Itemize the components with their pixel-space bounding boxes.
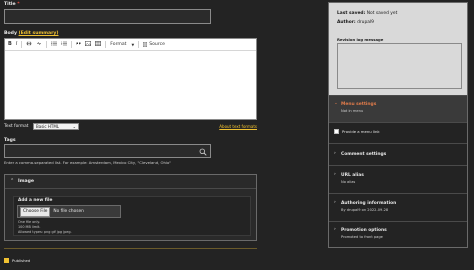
format-dropdown[interactable]: Format ▼ (110, 42, 134, 47)
add-file-label: Add a new file (18, 198, 53, 203)
meta-info: Last saved: Not saved yet Author: drupal… (329, 3, 467, 95)
no-file-text: No file chosen (53, 209, 84, 214)
authoring-information-header[interactable]: › Authoring information By drupal9 on 20… (329, 193, 467, 221)
last-saved-label: Last saved: (337, 11, 366, 16)
comment-settings-header[interactable]: › Comment settings (329, 143, 467, 165)
provide-menu-link-label: Provide a menu link (342, 129, 380, 134)
file-upload-area: Add a new file Choose File No file chose… (13, 196, 251, 236)
last-saved: Last saved: Not saved yet (337, 11, 397, 16)
menu-settings-body: Provide a menu link (329, 122, 467, 143)
source-icon (143, 42, 148, 47)
image-icon[interactable] (85, 41, 92, 48)
tags-help-text: Enter a comma-separated list. For exampl… (4, 160, 172, 165)
promotion-options-summary: Promoted to front page (341, 235, 383, 239)
text-format-selected: Basic HTML (36, 124, 59, 129)
italic-button[interactable]: I (16, 42, 17, 47)
toolbar-divider (21, 41, 23, 48)
source-button[interactable]: Source (143, 42, 165, 47)
author-label: Author: (337, 20, 356, 25)
about-text-formats-link[interactable]: About text formats (219, 124, 257, 129)
toolbar-divider (46, 41, 48, 48)
edit-summary-link[interactable]: (Edit summary) (19, 31, 59, 36)
authoring-information-summary: By drupal9 on 2022-09-28 (341, 208, 389, 212)
choose-file-button[interactable]: Choose File (20, 206, 51, 217)
published-label: Published (12, 257, 31, 263)
toolbar-divider (138, 41, 140, 48)
chevron-down-icon: ⌄ (334, 101, 338, 106)
provide-menu-link-checkbox[interactable] (334, 129, 339, 134)
image-section: ⌃ Image Add a new file Choose File No fi… (4, 174, 257, 241)
text-format-select[interactable]: Basic HTML ⌄ (33, 123, 79, 130)
url-alias-summary: No alias (341, 180, 356, 184)
unlink-icon[interactable] (36, 41, 42, 48)
search-icon (199, 148, 207, 156)
title-input[interactable] (4, 9, 211, 24)
bold-button[interactable]: B (8, 42, 12, 47)
body-label: Body (Edit summary) (4, 31, 59, 36)
chevron-down-icon: ▼ (131, 42, 135, 47)
file-help-line: 100 MB limit. (18, 225, 41, 229)
node-edit-form: Title * Body (Edit summary) B I Format ▼… (0, 0, 320, 270)
tags-label: Tags (4, 138, 16, 143)
bulleted-list-icon[interactable] (51, 41, 58, 48)
form-divider (4, 248, 257, 249)
author: Author: drupal9 (337, 20, 374, 25)
menu-settings-title: Menu settings (341, 102, 377, 107)
file-help-line: One file only. (18, 220, 40, 224)
numbered-list-icon[interactable] (61, 41, 68, 48)
body-label-text: Body (4, 31, 17, 36)
promotion-options-header[interactable]: › Promotion options Promoted to front pa… (329, 221, 467, 248)
menu-settings-header[interactable]: ⌄ Menu settings Not in menu (329, 95, 467, 122)
text-format-label: Text format (4, 124, 29, 129)
link-icon[interactable] (26, 41, 32, 48)
image-section-title: Image (18, 179, 34, 184)
image-section-header[interactable]: ⌃ Image (5, 175, 256, 189)
toolbar-divider (105, 41, 107, 48)
required-mark: * (17, 2, 20, 7)
chevron-up-icon: ⌃ (10, 178, 15, 184)
text-format-row: Text format Basic HTML ⌄ About text form… (4, 123, 257, 131)
promotion-options-title: Promotion options (341, 228, 387, 233)
blockquote-icon[interactable] (76, 41, 81, 48)
chevron-right-icon: › (334, 227, 336, 232)
format-dropdown-label: Format (110, 42, 127, 47)
chevron-right-icon: › (334, 151, 336, 156)
authoring-information-title: Authoring information (341, 201, 397, 206)
chevron-down-icon: ⌄ (72, 124, 76, 129)
published-checkbox[interactable] (4, 257, 9, 263)
body-editor[interactable]: B I Format ▼ Source (4, 38, 257, 120)
title-label-text: Title (4, 2, 16, 7)
editor-toolbar: B I Format ▼ Source (5, 39, 256, 51)
revision-log-textarea[interactable] (337, 43, 462, 89)
file-input[interactable]: Choose File No file chosen (17, 205, 121, 218)
title-label: Title * (4, 2, 20, 7)
table-icon[interactable] (95, 41, 102, 48)
chevron-right-icon: › (334, 172, 336, 177)
author-value: drupal9 (357, 20, 374, 25)
published-row: Published (4, 257, 30, 263)
file-help-line: Allowed types: png gif jpg jpeg. (18, 230, 72, 234)
chevron-right-icon: › (334, 200, 336, 205)
source-label: Source (149, 42, 165, 47)
last-saved-value: Not saved yet (366, 11, 398, 16)
tags-input[interactable] (4, 144, 211, 158)
url-alias-header[interactable]: › URL alias No alias (329, 165, 467, 193)
url-alias-title: URL alias (341, 173, 364, 178)
comment-settings-title: Comment settings (341, 152, 387, 157)
menu-settings-summary: Not in menu (341, 109, 364, 113)
meta-sidebar: Last saved: Not saved yet Author: drupal… (328, 2, 468, 248)
revision-log-label: Revision log message (337, 37, 384, 42)
toolbar-divider (71, 41, 73, 48)
